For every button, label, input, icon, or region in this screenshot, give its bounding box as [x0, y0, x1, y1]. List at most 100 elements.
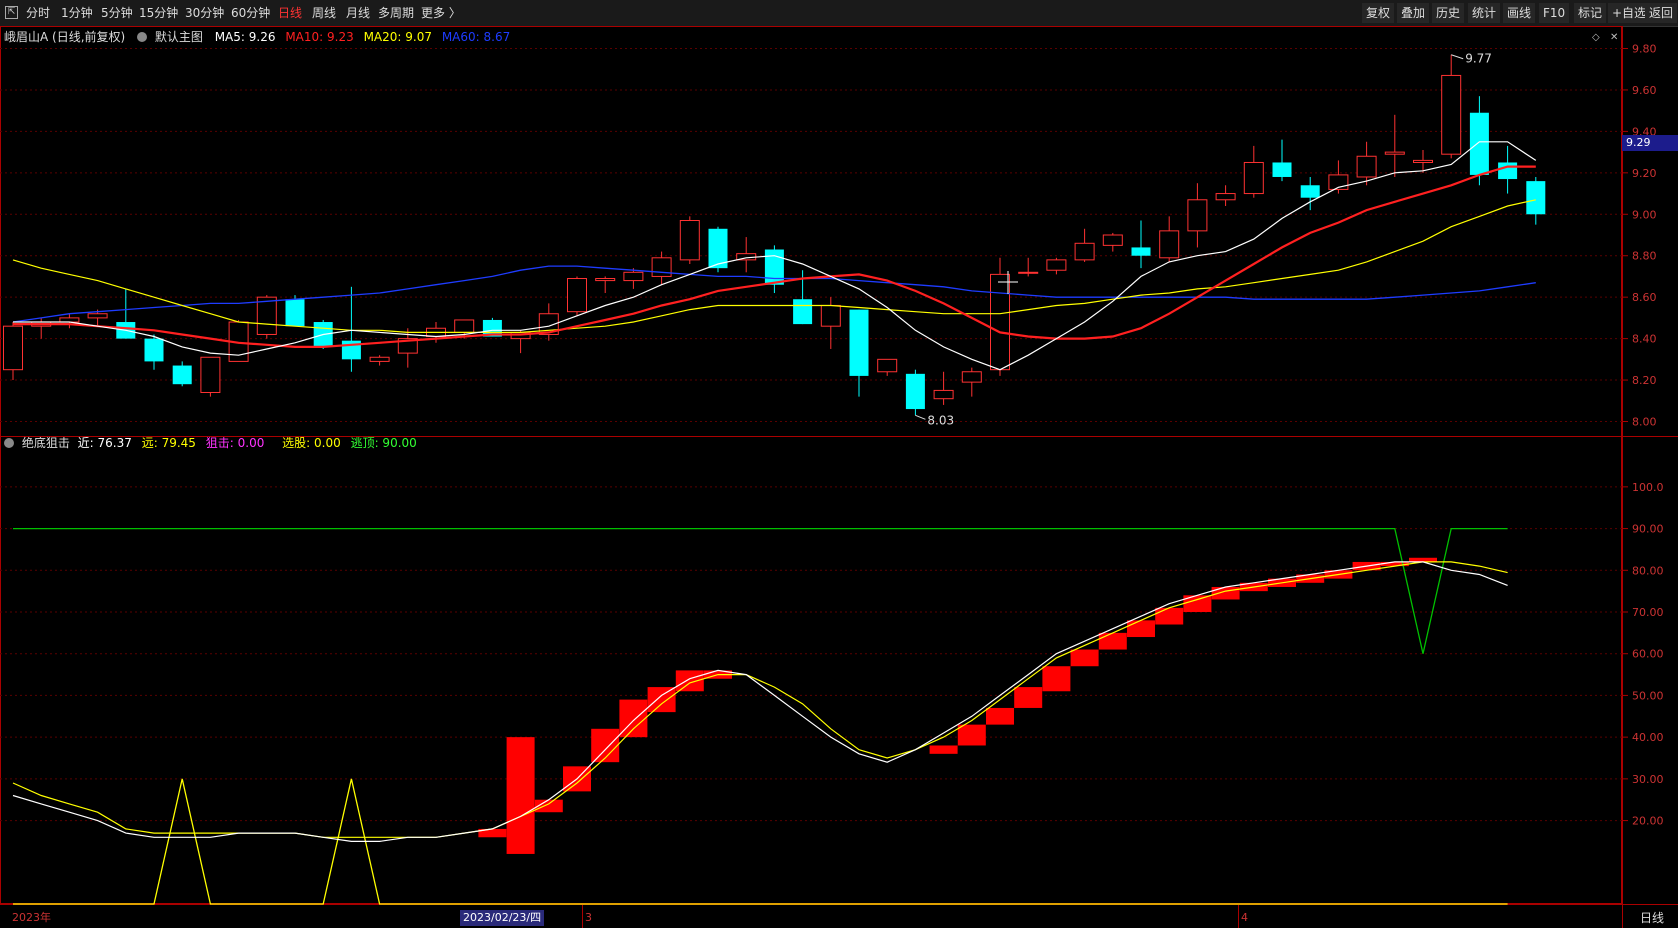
price-tick-label: 8.80: [1632, 250, 1657, 263]
tab-10[interactable]: 更多 〉: [421, 0, 461, 26]
candle-body: [1469, 112, 1489, 175]
candle-body: [905, 373, 925, 410]
tab-4[interactable]: 30分钟: [185, 0, 224, 26]
toolbar-button-3[interactable]: 统计: [1468, 3, 1501, 23]
tab-5[interactable]: 60分钟: [231, 0, 270, 26]
snipe-bar: [1211, 586, 1240, 600]
candle-body: [820, 304, 841, 327]
tab-3[interactable]: 15分钟: [139, 0, 178, 26]
indicator-tick-label: 40.00: [1632, 731, 1664, 744]
far-line: [12, 561, 1508, 838]
tab-9[interactable]: 多周期: [378, 0, 414, 26]
candle-body: [1441, 74, 1462, 155]
candle-body: [961, 371, 982, 383]
snipe-bar: [1155, 607, 1184, 625]
snipe-bar: [1127, 620, 1155, 638]
candle-body: [1018, 271, 1039, 274]
current-price-badge: 9.29: [1622, 135, 1678, 151]
tab-0[interactable]: 分时: [26, 0, 50, 26]
indicator-tick-label: 80.00: [1632, 564, 1664, 577]
candle-body: [1046, 259, 1067, 271]
candle-body: [595, 278, 616, 282]
price-tick-label: 9.00: [1632, 208, 1657, 221]
candle-body: [623, 271, 644, 282]
candle-body: [285, 299, 305, 327]
snipe-bar: [506, 737, 535, 854]
indicator-tick-label: 50.00: [1632, 689, 1664, 702]
price-tick-label: 9.80: [1632, 43, 1657, 56]
chart-area[interactable]: 9.809.609.409.209.008.808.608.408.208.00…: [0, 26, 1678, 928]
month-label-4: 4: [1241, 911, 1248, 924]
toolbar-button-2[interactable]: 历史: [1432, 3, 1465, 23]
snipe-bar: [1098, 632, 1127, 650]
indicator-tick-label: 90.00: [1632, 523, 1664, 536]
indicator-tick-label: 20.00: [1632, 815, 1664, 828]
select-line: [13, 778, 1508, 905]
candle-body: [1384, 151, 1405, 155]
candle-body: [1243, 161, 1264, 195]
indicator-tick-label: 70.00: [1632, 606, 1664, 619]
candle-body: [1074, 242, 1095, 261]
year-label: 2023年: [12, 910, 51, 924]
candle-body: [1187, 199, 1208, 232]
indicator-tick-label: 30.00: [1632, 773, 1664, 786]
candle-body: [1215, 193, 1236, 201]
indicator-tick-label: 100.0: [1632, 481, 1664, 494]
expand-icon[interactable]: ⇱: [5, 6, 18, 19]
candle-body: [1131, 247, 1151, 256]
candle-body: [933, 389, 954, 400]
candle-body: [877, 358, 898, 373]
period-indicator[interactable]: 日线: [1640, 909, 1664, 926]
tab-2[interactable]: 5分钟: [101, 0, 133, 26]
candle-body: [849, 309, 869, 376]
candle-body: [1272, 162, 1292, 177]
candle-body: [256, 296, 277, 335]
toolbar-button-1[interactable]: 叠加: [1397, 3, 1430, 23]
snipe-bar: [647, 687, 676, 713]
snipe-bar: [1042, 666, 1071, 692]
candle-body: [87, 313, 108, 319]
tab-1[interactable]: 1分钟: [61, 0, 93, 26]
candle-body: [651, 257, 672, 277]
toolbar-button-4[interactable]: 画线: [1503, 3, 1536, 23]
toolbar-button-0[interactable]: 复权: [1362, 3, 1395, 23]
snipe-bar: [1014, 687, 1043, 708]
toolbar-button-5[interactable]: F10: [1539, 3, 1570, 23]
candle-body: [764, 249, 784, 285]
snipe-bar: [1380, 561, 1409, 567]
candle-body: [1159, 230, 1180, 259]
tab-8[interactable]: 月线: [346, 0, 370, 26]
low-marker-pointer: [915, 414, 926, 420]
toolbar-button-7[interactable]: +自选: [1608, 3, 1651, 23]
price-tick-label: 8.60: [1632, 291, 1657, 304]
snipe-bar: [986, 707, 1014, 725]
toolbar-button-6[interactable]: 标记: [1574, 3, 1607, 23]
toolbar-button-8[interactable]: 返回: [1645, 3, 1678, 23]
snipe-bar: [619, 699, 648, 738]
candle-body: [3, 325, 23, 371]
cursor-date-label: 2023/02/23/四: [460, 910, 545, 926]
escape-line: [13, 527, 1508, 654]
candle-body: [1526, 181, 1546, 215]
candle-body: [172, 365, 192, 385]
month-label-3: 3: [585, 911, 592, 924]
indicator-tick-label: 60.00: [1632, 648, 1664, 661]
candle-body: [1300, 185, 1320, 198]
low-price-marker: 8.03: [927, 413, 954, 427]
price-tick-label: 9.20: [1632, 167, 1657, 180]
candle-body: [454, 319, 475, 333]
candle-body: [793, 299, 813, 325]
candle-body: [144, 338, 164, 362]
tab-6[interactable]: 日线: [278, 0, 302, 26]
snipe-bar: [675, 670, 704, 692]
tab-7[interactable]: 周线: [312, 0, 336, 26]
candle-body: [1102, 234, 1123, 246]
candle-body: [567, 278, 587, 313]
candle-body: [1413, 159, 1433, 163]
candle-body: [679, 219, 700, 261]
period-toolbar: ⇱ 分时 1分钟 5分钟 15分钟 30分钟 60分钟 日线 周线 月线 多周期 更多 〉 复权 叠加…: [0, 0, 1678, 27]
price-tick-label: 8.00: [1632, 415, 1657, 428]
snipe-bar: [1070, 649, 1099, 667]
candle-body: [1498, 162, 1518, 180]
high-price-marker: 9.77: [1465, 52, 1492, 66]
